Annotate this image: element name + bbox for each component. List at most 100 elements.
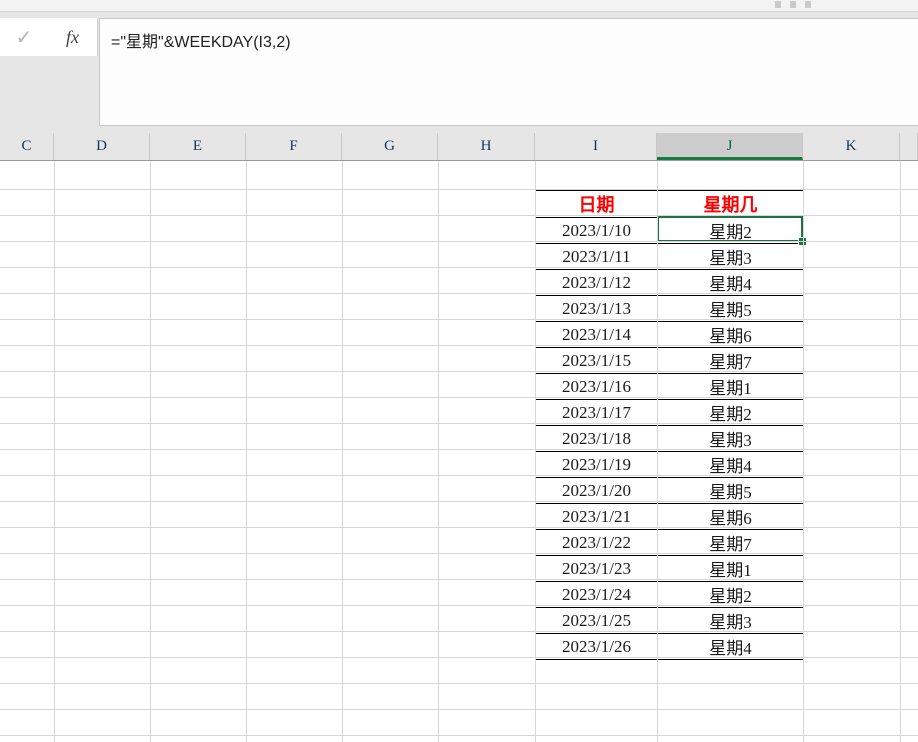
ribbon-remnant (0, 0, 918, 12)
column-header-blank[interactable] (900, 133, 918, 160)
cell-weekday[interactable]: 星期6 (657, 503, 804, 530)
table-row: 2023/1/15 星期7 (535, 347, 804, 374)
column-header-k[interactable]: K (803, 133, 900, 160)
table-row: 2023/1/25 星期3 (535, 607, 804, 634)
grid-hline (0, 475, 918, 476)
column-header-i[interactable]: I (535, 133, 657, 160)
cell-weekday[interactable]: 星期1 (657, 555, 804, 582)
grid-hline (0, 423, 918, 424)
column-header-strip: CDEFGHIJK (0, 133, 918, 161)
cell-weekday[interactable]: 星期4 (657, 269, 804, 296)
cell-date[interactable]: 2023/1/23 (535, 555, 658, 582)
weekday-table: 日期 星期几 2023/1/10 星期2 2023/1/11 星期3 2023/1/12 星期… (535, 190, 804, 660)
cell-date[interactable]: 2023/1/10 (535, 217, 658, 244)
grid-hline (0, 631, 918, 632)
cell-weekday[interactable]: 星期7 (657, 529, 804, 556)
column-header-h[interactable]: H (438, 133, 535, 160)
table-row: 2023/1/12 星期4 (535, 269, 804, 296)
table-row: 2023/1/10 星期2 (535, 217, 804, 244)
grid-vline (900, 161, 901, 742)
cell-date[interactable]: 2023/1/21 (535, 503, 658, 530)
cell-weekday[interactable]: 星期2 (657, 217, 804, 244)
grid-hline (0, 657, 918, 658)
column-header-f[interactable]: F (246, 133, 342, 160)
spreadsheet-window: ✓ fx ="星期"&WEEKDAY(I3,2) CDEFGHIJK 日期 星期几… (0, 0, 918, 742)
table-row: 2023/1/21 星期6 (535, 503, 804, 530)
grid-hline (0, 345, 918, 346)
grid-hline (0, 319, 918, 320)
column-header-c[interactable]: C (0, 133, 54, 160)
column-header-e[interactable]: E (150, 133, 246, 160)
cell-weekday[interactable]: 星期6 (657, 321, 804, 348)
cell-weekday[interactable]: 星期7 (657, 347, 804, 374)
table-row: 2023/1/20 星期5 (535, 477, 804, 504)
header-cell-date[interactable]: 日期 (535, 190, 658, 218)
cell-date[interactable]: 2023/1/19 (535, 451, 658, 478)
grid-vline (657, 161, 658, 742)
table-row: 2023/1/23 星期1 (535, 555, 804, 582)
grid-vline (150, 161, 151, 742)
table-row: 2023/1/26 星期4 (535, 633, 804, 660)
grid-hline (0, 501, 918, 502)
grid-hline (0, 527, 918, 528)
grid-hline (0, 241, 918, 242)
cell-date[interactable]: 2023/1/15 (535, 347, 658, 374)
grid-hline (0, 683, 918, 684)
ribbon-overflow-icon (775, 1, 811, 8)
cell-date[interactable]: 2023/1/14 (535, 321, 658, 348)
grid-hline (0, 371, 918, 372)
column-header-j[interactable]: J (657, 133, 803, 160)
cell-date[interactable]: 2023/1/22 (535, 529, 658, 556)
grid-hline (0, 605, 918, 606)
grid-hline (0, 293, 918, 294)
grid-hline (0, 579, 918, 580)
column-header-d[interactable]: D (54, 133, 150, 160)
cell-weekday[interactable]: 星期1 (657, 373, 804, 400)
cell-weekday[interactable]: 星期2 (657, 399, 804, 426)
grid-vline (438, 161, 439, 742)
cell-date[interactable]: 2023/1/17 (535, 399, 658, 426)
grid-vline (535, 161, 536, 742)
sheet-grid[interactable]: 日期 星期几 2023/1/10 星期2 2023/1/11 星期3 2023/1/12 星期… (0, 161, 918, 742)
table-header-row: 日期 星期几 (535, 190, 804, 218)
cell-date[interactable]: 2023/1/16 (535, 373, 658, 400)
insert-function-icon[interactable]: fx (48, 27, 97, 48)
table-row: 2023/1/16 星期1 (535, 373, 804, 400)
grid-hline (0, 397, 918, 398)
column-header-g[interactable]: G (342, 133, 438, 160)
cell-date[interactable]: 2023/1/25 (535, 607, 658, 634)
cell-weekday[interactable]: 星期3 (657, 607, 804, 634)
cell-date[interactable]: 2023/1/18 (535, 425, 658, 452)
grid-vline (803, 161, 804, 742)
cell-date[interactable]: 2023/1/24 (535, 581, 658, 608)
table-row: 2023/1/24 星期2 (535, 581, 804, 608)
grid-hline (0, 709, 918, 710)
grid-hline (0, 189, 918, 190)
confirm-check-icon[interactable]: ✓ (0, 27, 48, 47)
cell-weekday[interactable]: 星期3 (657, 425, 804, 452)
cell-weekday[interactable]: 星期3 (657, 243, 804, 270)
cell-date[interactable]: 2023/1/26 (535, 633, 658, 660)
cell-weekday[interactable]: 星期4 (657, 633, 804, 660)
table-row: 2023/1/11 星期3 (535, 243, 804, 270)
cell-date[interactable]: 2023/1/11 (535, 243, 658, 270)
cell-date[interactable]: 2023/1/13 (535, 295, 658, 322)
table-row: 2023/1/18 星期3 (535, 425, 804, 452)
cell-weekday[interactable]: 星期5 (657, 295, 804, 322)
formula-input[interactable]: ="星期"&WEEKDAY(I3,2) (99, 18, 918, 126)
table-row: 2023/1/14 星期6 (535, 321, 804, 348)
grid-hline (0, 215, 918, 216)
table-row: 2023/1/13 星期5 (535, 295, 804, 322)
grid-hline (0, 553, 918, 554)
cell-weekday[interactable]: 星期4 (657, 451, 804, 478)
table-row: 2023/1/22 星期7 (535, 529, 804, 556)
header-cell-weekday[interactable]: 星期几 (657, 190, 804, 218)
cell-weekday[interactable]: 星期2 (657, 581, 804, 608)
formula-bar: ✓ fx ="星期"&WEEKDAY(I3,2) (0, 12, 918, 133)
cell-date[interactable]: 2023/1/12 (535, 269, 658, 296)
cell-date[interactable]: 2023/1/20 (535, 477, 658, 504)
formula-bar-buttons: ✓ fx (0, 18, 98, 56)
grid-vline (246, 161, 247, 742)
cell-weekday[interactable]: 星期5 (657, 477, 804, 504)
table-row: 2023/1/17 星期2 (535, 399, 804, 426)
